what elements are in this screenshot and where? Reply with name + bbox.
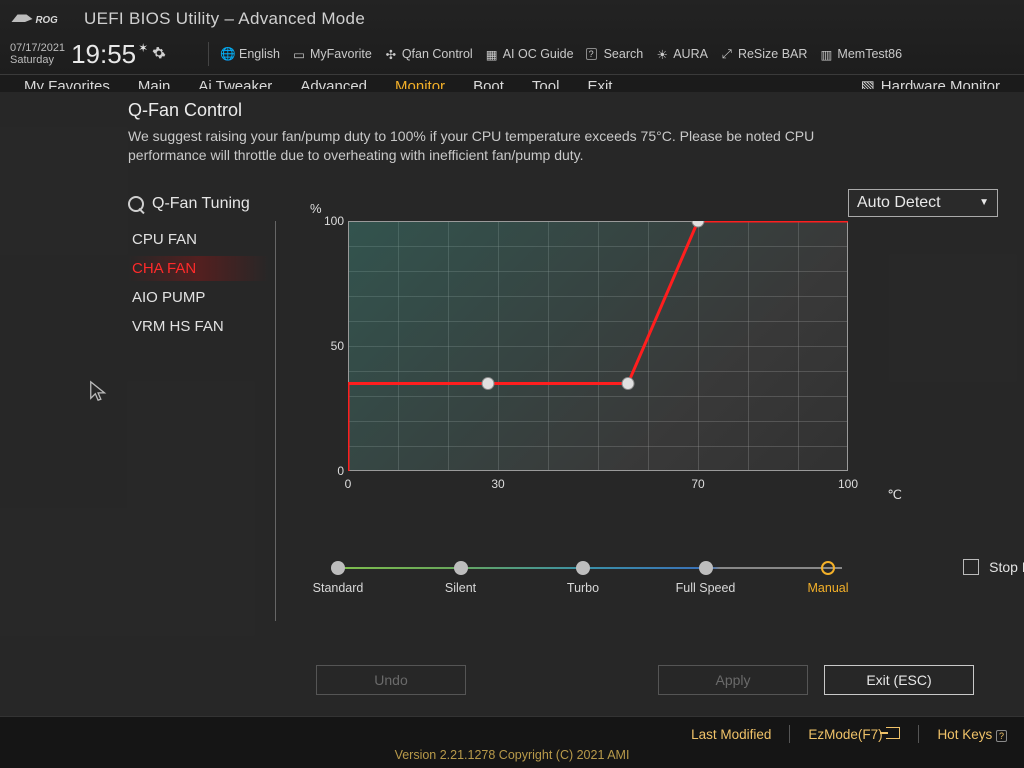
profile-label: Turbo	[567, 581, 599, 595]
tab-tool[interactable]: Tool	[532, 78, 560, 89]
stop-fan-checkbox[interactable]	[963, 559, 979, 575]
main-tabs: My Favorites Main Ai Tweaker Advanced Mo…	[0, 75, 1024, 89]
panel-description: We suggest raising your fan/pump duty to…	[128, 127, 888, 165]
exit-icon	[886, 727, 900, 739]
hotkey-badge: ?	[586, 48, 597, 60]
stop-fan-label: Stop Fan	[989, 559, 1024, 575]
exit-button[interactable]: Exit (ESC)	[824, 665, 974, 695]
chart-icon: ▧	[861, 77, 875, 89]
profile-dot-turbo[interactable]	[576, 561, 590, 575]
hotkeys-link[interactable]: Hot Keys ?	[937, 727, 1010, 742]
panel-title: Q-Fan Control	[128, 100, 998, 121]
weekday: Saturday	[10, 54, 65, 66]
ezmode-link[interactable]: EzMode(F7)	[808, 727, 900, 742]
undo-button[interactable]: Undo	[316, 665, 466, 695]
y-axis-label: %	[310, 201, 322, 216]
x-axis-label: ℃	[887, 487, 902, 503]
hardware-monitor-toggle[interactable]: ▧ Hardware Monitor	[861, 77, 1000, 89]
profile-label: Silent	[445, 581, 476, 595]
resize-icon: ⤢	[720, 47, 734, 61]
chevron-down-icon: ▼	[979, 197, 989, 208]
tab-aitweaker[interactable]: Ai Tweaker	[198, 78, 272, 89]
qfan-tuning-label[interactable]: Q-Fan Tuning	[152, 195, 250, 213]
profile-label: Standard	[313, 581, 364, 595]
tab-monitor[interactable]: Monitor	[395, 78, 445, 89]
help-badge: ?	[996, 730, 1007, 742]
datetime: 07/17/2021 Saturday 19:55✶	[10, 39, 202, 70]
profile-dot-silent[interactable]	[454, 561, 468, 575]
fan-icon: ✣	[384, 47, 398, 61]
fan-item-vrm[interactable]: VRM HS FAN	[128, 314, 269, 339]
tool-language[interactable]: 🌐English	[215, 47, 286, 61]
profile-dot-standard[interactable]	[331, 561, 345, 575]
star-icon: ▭	[292, 47, 306, 61]
tool-memtest[interactable]: ▥MemTest86	[813, 47, 908, 61]
fan-item-cha[interactable]: CHA FAN	[128, 256, 269, 281]
refresh-icon[interactable]	[128, 196, 144, 212]
profile-dot-manual[interactable]	[821, 561, 835, 575]
fan-item-aio[interactable]: AIO PUMP	[128, 285, 269, 310]
tab-exit[interactable]: Exit	[587, 78, 612, 89]
tool-aura[interactable]: ☀AURA	[649, 47, 714, 61]
fan-item-cpu[interactable]: CPU FAN	[128, 227, 269, 252]
tool-resizebar[interactable]: ⤢ReSize BAR	[714, 47, 813, 61]
tab-advanced[interactable]: Advanced	[300, 78, 367, 89]
fan-list: CPU FAN CHA FAN AIO PUMP VRM HS FAN	[128, 221, 276, 621]
chip-icon: ▦	[485, 47, 499, 61]
copyright: Version 2.21.1278 Copyright (C) 2021 AMI	[0, 748, 1024, 762]
profile-dot-full-speed[interactable]	[699, 561, 713, 575]
tab-main[interactable]: Main	[138, 78, 171, 89]
tab-boot[interactable]: Boot	[473, 78, 504, 89]
last-modified-link[interactable]: Last Modified	[691, 727, 771, 742]
tab-myfavorites[interactable]: My Favorites	[24, 78, 110, 89]
rog-logo: ROG	[10, 9, 70, 29]
profile-label: Full Speed	[676, 581, 736, 595]
memory-icon: ▥	[819, 47, 833, 61]
globe-icon: 🌐	[221, 47, 235, 61]
apply-button[interactable]: Apply	[658, 665, 808, 695]
tool-search[interactable]: ?Search	[580, 47, 650, 61]
aura-icon: ☀	[655, 47, 669, 61]
app-title: UEFI BIOS Utility – Advanced Mode	[84, 9, 365, 29]
gear-icon[interactable]	[152, 46, 166, 63]
clock: 19:55✶	[71, 39, 148, 70]
fan-curve-chart[interactable]: % ℃ 050100 03070100	[318, 221, 878, 501]
svg-text:ROG: ROG	[36, 15, 59, 26]
profile-label: Manual	[808, 581, 849, 595]
tool-aioc[interactable]: ▦AI OC Guide	[479, 47, 580, 61]
cursor-icon	[88, 380, 110, 407]
date: 07/17/2021	[10, 42, 65, 54]
detect-dropdown[interactable]: Auto Detect ▼	[848, 189, 998, 217]
tool-qfan[interactable]: ✣Qfan Control	[378, 47, 479, 61]
tool-myfavorite[interactable]: ▭MyFavorite	[286, 47, 378, 61]
